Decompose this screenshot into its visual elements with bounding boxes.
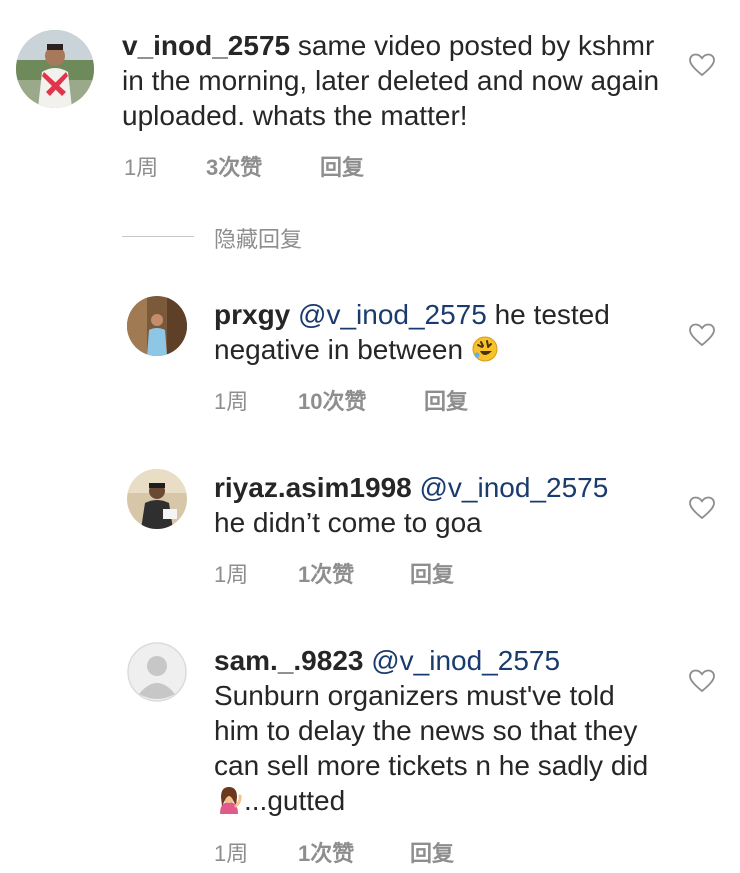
heart-outline-icon[interactable]	[689, 669, 715, 693]
comment-mention[interactable]: @v_inod_2575	[371, 645, 560, 676]
reply-button[interactable]: 回复	[320, 150, 364, 182]
comment-time: 1周	[124, 155, 159, 180]
comment-text: riyaz.asim1998 @v_inod_2575 he didn’t co…	[214, 470, 644, 540]
hide-replies-label: 隐藏回复	[214, 227, 303, 252]
comment-likes[interactable]: 3次赞	[206, 150, 262, 182]
avatar[interactable]	[127, 469, 187, 529]
comment-time: 1周	[214, 389, 249, 414]
reply-button[interactable]: 回复	[410, 836, 454, 868]
comment-username[interactable]: v_inod_2575	[122, 30, 290, 61]
comment-body-suffix: ...gutted	[244, 785, 346, 816]
comment-likes[interactable]: 1次赞	[298, 836, 354, 868]
comment-likes[interactable]: 1次赞	[298, 557, 354, 589]
comment-text: sam._.9823 @v_inod_2575 Sunburn organize…	[214, 643, 654, 818]
comment-text: prxgy @v_inod_2575 he tested negative in…	[214, 297, 634, 367]
avatar[interactable]	[127, 296, 187, 356]
heart-outline-icon[interactable]	[689, 53, 715, 77]
rolling-on-floor-laughing-emoji	[472, 336, 498, 362]
heart-outline-icon[interactable]	[689, 323, 715, 347]
comment-username[interactable]: riyaz.asim1998	[214, 472, 412, 503]
woman-tipping-hand-emoji	[220, 787, 242, 814]
avatar[interactable]	[16, 30, 94, 108]
comment-time: 1周	[214, 841, 249, 866]
comment-username[interactable]: sam._.9823	[214, 645, 363, 676]
divider-line	[122, 236, 194, 237]
comment-body: Sunburn organizers must've told him to d…	[214, 680, 649, 781]
reply-button[interactable]: 回复	[424, 384, 468, 416]
comment-body: he didn’t come to goa	[214, 507, 482, 538]
comment-mention[interactable]: @v_inod_2575	[420, 472, 609, 503]
comment-likes[interactable]: 10次赞	[298, 384, 366, 416]
comment-mention[interactable]: @v_inod_2575	[298, 299, 487, 330]
reply-button[interactable]: 回复	[410, 557, 454, 589]
default-avatar-icon[interactable]	[127, 642, 187, 702]
comment-time: 1周	[214, 562, 249, 587]
heart-outline-icon[interactable]	[689, 496, 715, 520]
comment-text: v_inod_2575 same video posted by kshmr i…	[122, 28, 662, 133]
comment-username[interactable]: prxgy	[214, 299, 290, 330]
